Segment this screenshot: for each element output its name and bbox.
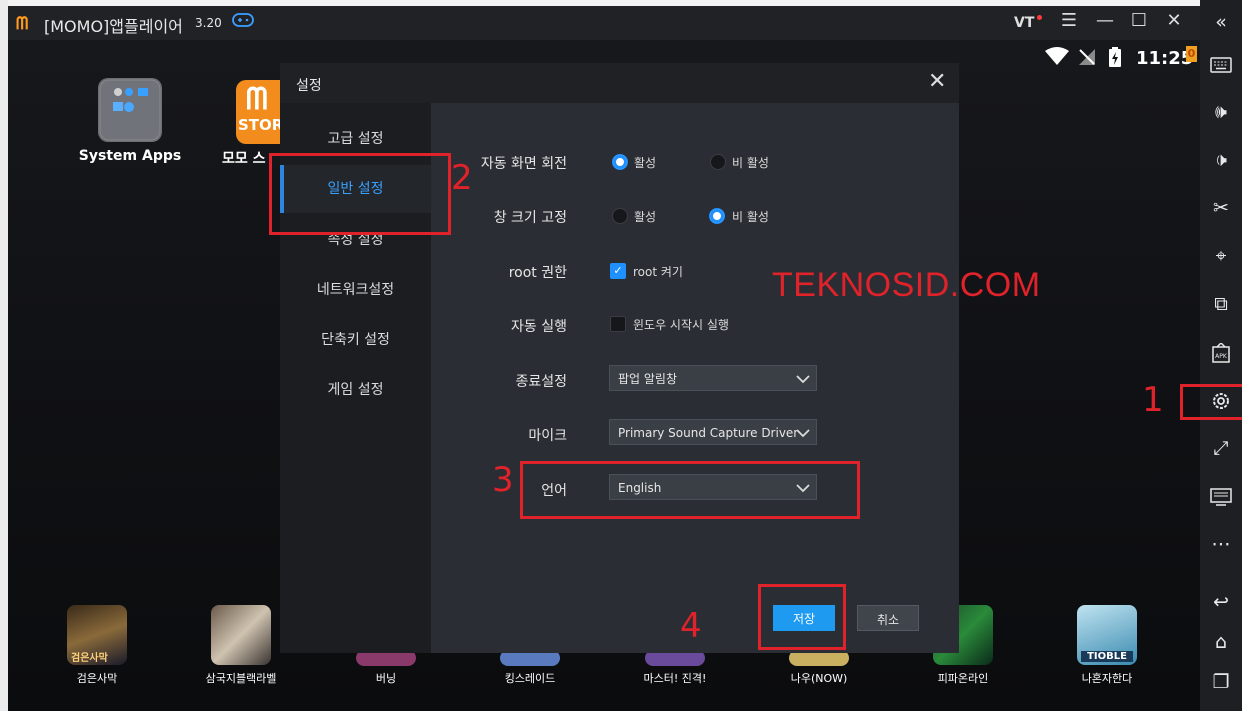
option-text: 비 활성 [732,210,769,224]
select-value: 팝업 알림창 [618,372,678,386]
game-thumb-text: 검은사막 [71,653,108,664]
close-icon[interactable]: ✕ [928,69,946,94]
host-app-left-strip [0,0,8,711]
momo-logo-icon: ᗰ [16,14,29,34]
annotation-box-language [520,461,860,519]
radio-rotate-off[interactable] [710,154,726,170]
keyboard-icon[interactable] [1200,46,1242,82]
nav-item-network[interactable]: 네트워크설정 [280,270,431,310]
exit-select[interactable]: 팝업 알림창 [609,365,817,391]
window-title: [MOMO]앱플레이어 [44,17,183,36]
annotation-step-4: 4 [680,606,702,646]
option-text: 활성 [634,156,657,170]
option-text: root 켜기 [633,265,683,279]
watermark-text: TEKNOSID.COM [772,266,1041,304]
volume-down-icon[interactable]: 🕩 [1200,142,1242,178]
nav-item-shortcuts[interactable]: 단축키 설정 [280,320,431,360]
row-label-exit: 종료설정 [515,374,567,390]
chevron-down-icon [796,420,810,455]
radio-fix-size-on[interactable] [612,208,628,224]
multi-instance-icon[interactable]: ⧉ [1200,286,1242,322]
emulator-titlebar: ᗰ [MOMO]앱플레이어 3.20 VT ☰ — ☐ ✕ [8,6,1200,40]
game-label: 검은사막 [76,672,118,685]
store-logo-icon: ᗰ [246,82,268,117]
option-text: 윈도우 시작시 실행 [633,318,729,332]
location-icon[interactable]: ⌖ [1200,238,1242,274]
mic-select[interactable]: Primary Sound Capture Driver [609,419,817,445]
cancel-button[interactable]: 취소 [857,605,919,631]
no-signal-icon [1078,48,1096,70]
game-label: 킹스레이드 [504,672,556,685]
annotation-box-save [758,584,846,650]
window-version: 3.20 [195,16,222,30]
back-icon[interactable]: ↩ [1200,584,1242,620]
annotation-box-settings [1180,384,1242,420]
status-clock: 11:25 [1136,48,1194,69]
minimize-icon[interactable]: — [1094,10,1116,36]
annotation-box-general [269,153,451,235]
battery-charging-icon [1108,46,1122,72]
option-text: 활성 [634,210,657,224]
game-icon-black-desert[interactable]: 검은사막 [67,605,127,665]
home-icon[interactable]: ⌂ [1200,624,1242,660]
game-label: 나우(NOW) [790,672,848,685]
game-label: 마스터! 진격! [643,672,707,685]
volume-up-icon[interactable]: 🕪 [1200,94,1242,130]
row-label-fix-size: 창 크기 고정 [493,210,567,226]
annotation-step-2: 2 [451,158,473,198]
maximize-icon[interactable]: ☐ [1128,10,1150,36]
apk-install-icon[interactable]: APK [1200,334,1242,370]
row-label-autorun: 자동 실행 [511,319,567,335]
vt-status-dot [1037,15,1042,20]
screen-icon[interactable] [1200,478,1242,514]
settings-dialog: 설정 ✕ 고급 설정 일반 설정 속성 설정 네트워크설정 단축키 설정 게임 … [280,63,959,653]
annotation-step-3: 3 [492,460,514,500]
close-icon[interactable]: ✕ [1163,10,1185,36]
nav-item-game[interactable]: 게임 설정 [280,370,431,410]
radio-rotate-on[interactable] [612,154,628,170]
dialog-title: 설정 [296,78,322,94]
menu-icon[interactable]: ☰ [1058,10,1080,36]
settings-content: 자동 화면 회전 활성 비 활성 창 크기 고정 활성 비 활성 root 권한… [431,103,959,653]
row-label-mic: 마이크 [528,428,567,444]
wifi-icon [1044,46,1070,70]
status-badge: 0 [1186,46,1197,62]
option-text: 비 활성 [732,156,769,170]
more-icon[interactable]: ⋯ [1200,526,1242,562]
scissors-icon[interactable]: ✂ [1200,190,1242,226]
gamepad-icon[interactable] [232,11,254,34]
collapse-icon[interactable]: « [1200,4,1242,40]
checkbox-autorun[interactable] [610,316,626,332]
row-label-root: root 권한 [508,265,567,281]
dialog-header: 설정 ✕ [280,63,959,103]
recents-icon[interactable]: ❐ [1200,664,1242,700]
vt-indicator[interactable]: VT [1014,15,1034,31]
select-value: Primary Sound Capture Driver [618,426,799,440]
store-tile-text: STOR [238,116,284,134]
game-label: 삼국지블랙라벨 [205,672,277,685]
game-icon-alone[interactable]: TIOBLE [1077,605,1137,665]
checkbox-root[interactable]: ✓ [610,263,626,279]
game-label: 버닝 [375,672,397,685]
game-label: 피파온라인 [937,672,989,685]
svg-text:APK: APK [1215,353,1228,360]
emulator-sidebar: « 🕪 🕩 ✂ ⌖ ⧉ APK ⤢ ⋯ ↩ ⌂ ❐ [1200,0,1242,711]
app-label-system-apps: System Apps [78,148,182,164]
annotation-step-1: 1 [1142,380,1164,420]
fullscreen-icon[interactable]: ⤢ [1200,430,1242,466]
system-apps-icon[interactable] [98,78,162,142]
chevron-down-icon [796,366,810,401]
game-label: 나혼자한다 [1081,672,1133,685]
game-icon-three-kingdoms[interactable] [211,605,271,665]
game-thumb-text: TIOBLE [1081,651,1133,662]
radio-fix-size-off[interactable] [709,208,725,224]
